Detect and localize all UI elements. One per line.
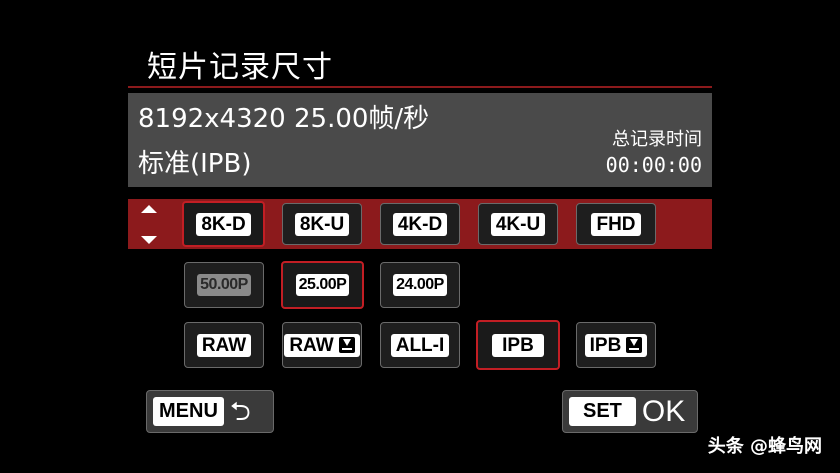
resolution-summary: 8192x4320 25.00帧/秒 bbox=[138, 104, 430, 134]
compression-summary: 标准(IPB) bbox=[138, 149, 252, 179]
resolution-label: 8K-U bbox=[294, 212, 350, 236]
compression-label: RAW bbox=[196, 333, 252, 357]
return-icon: ⮌ bbox=[229, 396, 251, 427]
download-icon bbox=[626, 337, 643, 353]
download-icon bbox=[338, 337, 355, 353]
menu-button[interactable]: MENU ⮌ bbox=[146, 390, 274, 433]
compression-label: ALL-I bbox=[390, 333, 450, 357]
compression-option-ipb-light[interactable]: IPB bbox=[576, 322, 656, 368]
resolution-label: 4K-D bbox=[392, 212, 448, 236]
watermark: 头条 @蜂鸟网 bbox=[707, 436, 822, 457]
scroll-up-icon[interactable] bbox=[141, 205, 157, 213]
page-title: 短片记录尺寸 bbox=[147, 50, 333, 85]
title-divider bbox=[128, 86, 712, 88]
resolution-label: 4K-U bbox=[490, 212, 546, 236]
scroll-down-icon[interactable] bbox=[141, 236, 157, 244]
set-button-label: SET bbox=[569, 397, 636, 426]
framerate-option-50p: 50.00P bbox=[184, 262, 264, 308]
compression-option-raw[interactable]: RAW bbox=[184, 322, 264, 368]
compression-label: IPB bbox=[492, 333, 544, 357]
framerate-option-24p[interactable]: 24.00P bbox=[380, 262, 460, 308]
framerate-option-25p[interactable]: 25.00P bbox=[281, 261, 364, 309]
resolution-option-8k-u[interactable]: 8K-U bbox=[282, 203, 362, 245]
framerate-label: 50.00P bbox=[197, 274, 251, 296]
resolution-label: FHD bbox=[591, 212, 641, 236]
framerate-label: 24.00P bbox=[393, 274, 447, 296]
compression-option-all-i[interactable]: ALL-I bbox=[380, 322, 460, 368]
compression-label: IPB bbox=[589, 334, 622, 356]
resolution-option-4k-d[interactable]: 4K-D bbox=[380, 203, 460, 245]
info-panel: 8192x4320 25.00帧/秒 标准(IPB) 总记录时间 00:00:0… bbox=[128, 93, 712, 187]
resolution-option-fhd[interactable]: FHD bbox=[576, 203, 656, 245]
resolution-option-8k-d[interactable]: 8K-D bbox=[182, 201, 265, 247]
compression-chip: IPB bbox=[584, 333, 648, 357]
set-ok-button[interactable]: SET OK bbox=[562, 390, 698, 433]
total-record-label: 总记录时间 bbox=[612, 129, 702, 150]
ok-label: OK bbox=[641, 394, 686, 428]
compression-chip: RAW bbox=[284, 333, 360, 357]
compression-option-raw-light[interactable]: RAW bbox=[282, 322, 362, 368]
menu-button-label: MENU bbox=[153, 397, 224, 426]
resolution-option-4k-u[interactable]: 4K-U bbox=[478, 203, 558, 245]
compression-label: RAW bbox=[289, 334, 334, 356]
framerate-label: 25.00P bbox=[295, 274, 350, 296]
total-record-time: 00:00:00 bbox=[605, 153, 702, 177]
compression-option-ipb[interactable]: IPB bbox=[476, 320, 560, 370]
resolution-label: 8K-D bbox=[196, 212, 251, 236]
